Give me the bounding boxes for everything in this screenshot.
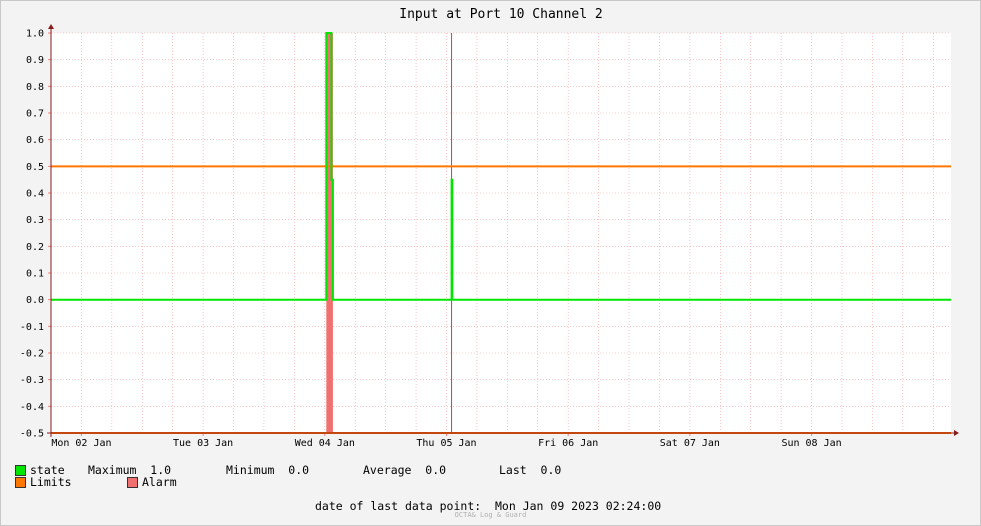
chart-title: Input at Port 10 Channel 2	[399, 7, 603, 22]
y-tick-label: -0.4	[20, 402, 44, 413]
y-tick-label: -0.3	[20, 375, 44, 386]
legend-alarm-label: Alarm	[142, 475, 177, 489]
y-tick-label: 0.1	[26, 269, 44, 280]
legend-minimum: Minimum 0.0	[226, 463, 310, 477]
x-tick-label: Sat 07 Jan	[660, 438, 720, 449]
legend-limits-label: Limits	[30, 475, 72, 489]
y-tick-label: 0.3	[26, 215, 44, 226]
y-tick-label: 0.2	[26, 242, 44, 253]
y-tick-label: 0.7	[26, 109, 44, 120]
x-tick-label: Tue 03 Jan	[173, 438, 233, 449]
y-tick-label: 0.5	[26, 162, 44, 173]
alarm-legend-swatch	[127, 477, 138, 488]
x-axis-arrow	[954, 430, 959, 436]
plot-area	[51, 33, 951, 433]
legend-average: Average 0.0	[363, 463, 447, 477]
x-tick-label: Wed 04 Jan	[295, 438, 355, 449]
y-tick-label: 1.0	[26, 29, 44, 40]
x-tick-label: Sun 08 Jan	[781, 438, 841, 449]
y-axis-arrow	[48, 24, 54, 29]
credit-text: OCTA& Log & Guard	[454, 511, 527, 519]
y-tick-label: 0.6	[26, 135, 44, 146]
chart-svg: Input at Port 10 Channel 2 1.0 0.9 0.8 0.7 0.…	[20, 7, 959, 449]
state-legend-swatch	[15, 465, 26, 476]
y-tick-label: -0.5	[20, 429, 44, 440]
y-tick-label: -0.1	[20, 322, 44, 333]
x-tick-label: Mon 02 Jan	[51, 438, 111, 449]
x-tick-label: Fri 06 Jan	[538, 438, 598, 449]
y-tick-label: 0.0	[26, 295, 44, 306]
limits-legend-swatch	[15, 477, 26, 488]
x-tick-label: Thu 05 Jan	[416, 438, 476, 449]
legend-last: Last 0.0	[499, 463, 562, 477]
y-tick-label: 0.4	[26, 189, 44, 200]
y-tick-label: 0.9	[26, 55, 44, 66]
y-tick-label: 0.8	[26, 82, 44, 93]
y-tick-label: -0.2	[20, 349, 44, 360]
